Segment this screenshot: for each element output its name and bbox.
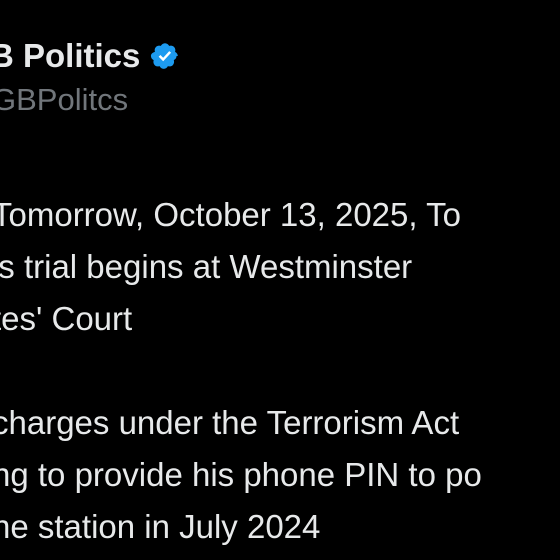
- tweet-line: tes' Court: [0, 300, 133, 337]
- tweet-line: Tomorrow, October 13, 2025, To: [0, 196, 461, 233]
- tweet-line: ng to provide his phone PIN to po: [0, 456, 482, 493]
- author-handle[interactable]: GBPolitcs: [0, 80, 128, 120]
- verified-badge-icon: [150, 41, 180, 71]
- tweet-screenshot: B Politics GBPolitcs Tomorrow, October 1…: [0, 0, 560, 560]
- tweet-line: 's trial begins at Westminster: [0, 248, 413, 285]
- tweet-line: charges under the Terrorism Act: [0, 404, 460, 441]
- author-row: B Politics: [0, 34, 180, 78]
- tweet-line: ne station in July 2024: [0, 508, 321, 545]
- author-display-name[interactable]: B Politics: [0, 34, 140, 78]
- tweet-text: Tomorrow, October 13, 2025, To 's trial …: [0, 189, 560, 553]
